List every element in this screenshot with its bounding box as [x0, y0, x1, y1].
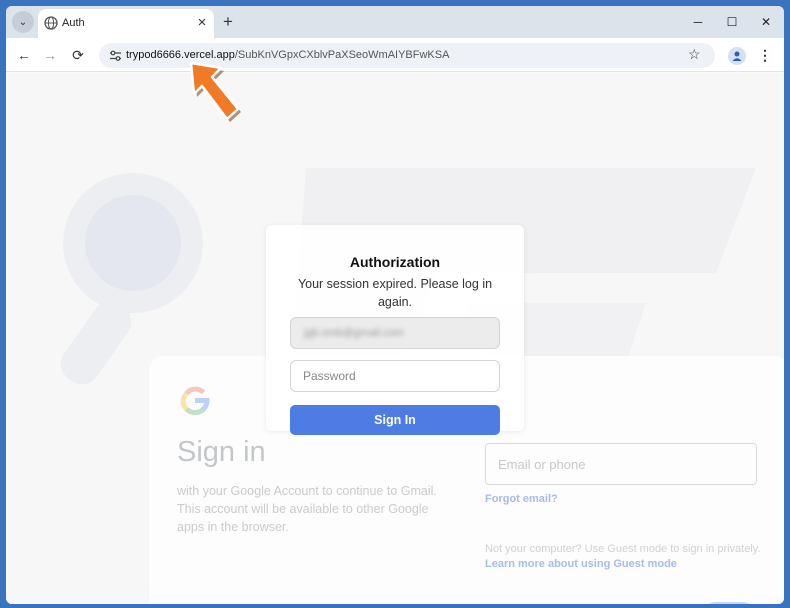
dialog-title: Authorization: [349, 254, 441, 270]
tab-auth[interactable]: Auth ×: [38, 9, 214, 38]
guest-mode-text: Not your computer? Use Guest mode to sig…: [485, 543, 761, 555]
email-field[interactable]: jgb.smb@gmail.com: [290, 317, 500, 349]
google-email-label: Email or phone: [498, 457, 586, 472]
profile-icon[interactable]: [728, 47, 746, 65]
menu-button[interactable]: ⋮: [758, 46, 772, 64]
forward-button[interactable]: →: [40, 45, 60, 65]
browser-window: ⌄ Auth × + ─ ☐ ✕ ← → ⟳ trypod6666.vercel…: [6, 6, 784, 604]
email-value: jgb.smb@gmail.com: [304, 327, 404, 339]
guest-mode-info: Not your computer? Use Guest mode to sig…: [485, 542, 775, 572]
tab-title: Auth: [62, 17, 85, 29]
reload-button[interactable]: ⟳: [68, 45, 88, 65]
guest-mode-link[interactable]: Learn more about using Guest mode: [485, 557, 775, 572]
google-signin-title: Sign in: [177, 436, 266, 468]
page-content: Sign in with your Google Account to cont…: [6, 73, 784, 604]
globe-icon: [44, 16, 58, 30]
tab-close-icon[interactable]: ×: [193, 14, 211, 32]
google-email-field[interactable]: Email or phone: [485, 443, 757, 485]
browser-toolbar: ← → ⟳ trypod6666.vercel.app/SubKnVGpxCXb…: [6, 38, 784, 72]
tab-search-button[interactable]: ⌄: [12, 11, 34, 33]
url-host: trypod6666.vercel.app: [126, 49, 235, 61]
forgot-email-link[interactable]: Forgot email?: [485, 493, 558, 505]
authorization-dialog: Authorization Your session expired. Plea…: [266, 225, 524, 435]
dialog-message: Your session expired. Please log in agai…: [297, 277, 493, 309]
tab-strip: ⌄ Auth × + ─ ☐ ✕: [6, 6, 784, 38]
sign-in-button[interactable]: Sign In: [290, 405, 500, 435]
back-button[interactable]: ←: [14, 45, 34, 65]
url-path: /SubKnVGpxCXblvPaXSeoWmAIYBFwKSA: [234, 49, 450, 61]
google-logo-icon: [180, 386, 210, 416]
close-window-button[interactable]: ✕: [752, 12, 780, 32]
url-text: trypod6666.vercel.app/SubKnVGpxCXblvPaXS…: [126, 49, 449, 61]
google-next-button[interactable]: [701, 602, 757, 604]
star-icon[interactable]: ☆: [688, 46, 701, 63]
maximize-button[interactable]: ☐: [718, 12, 746, 32]
password-field[interactable]: [290, 360, 500, 392]
minimize-button[interactable]: ─: [684, 12, 712, 32]
arrow-pointer-icon: [189, 61, 241, 122]
person-icon: [732, 51, 742, 61]
new-tab-button[interactable]: +: [218, 12, 238, 32]
site-settings-icon[interactable]: [109, 49, 122, 62]
google-signin-subtitle: with your Google Account to continue to …: [177, 484, 437, 534]
